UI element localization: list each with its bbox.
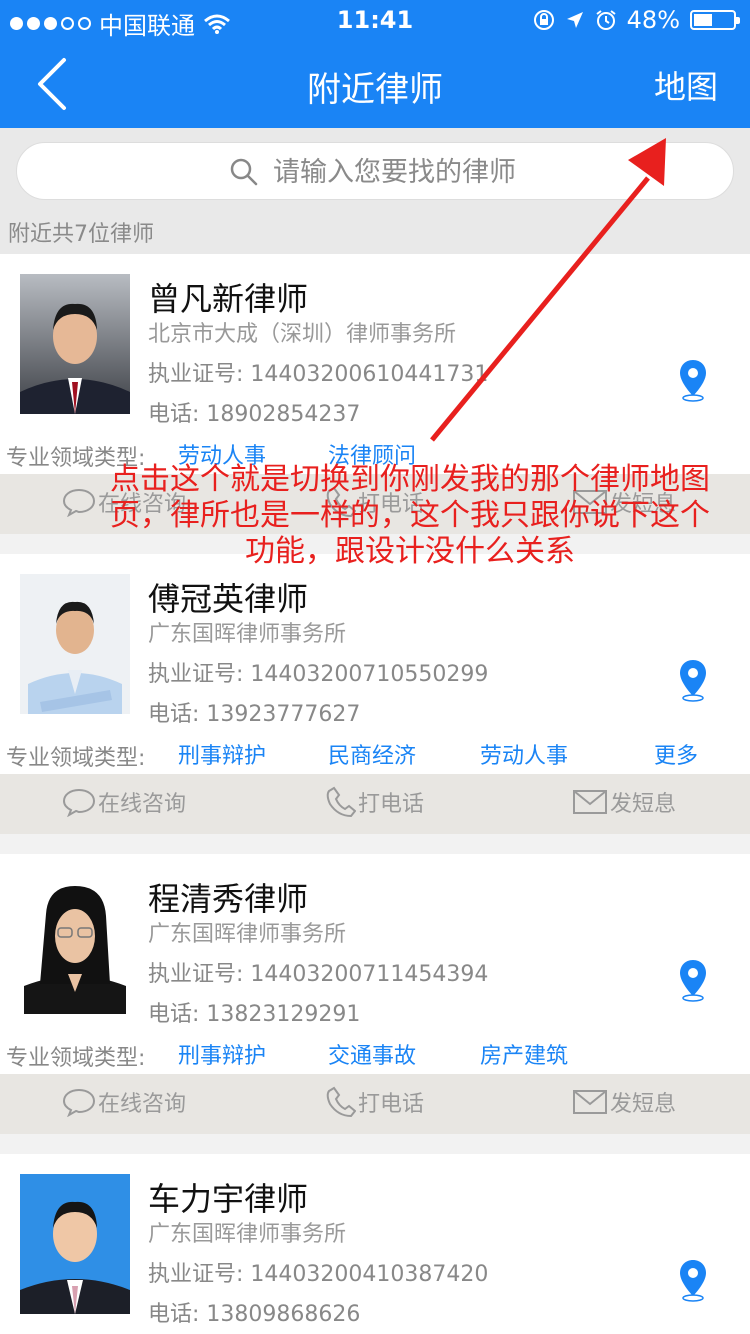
battery-percent: 48% <box>626 6 680 34</box>
lawyer-card[interactable]: 傅冠英律师 广东国晖律师事务所 执业证号: 14403200710550299 … <box>0 554 750 834</box>
license-number: 执业证号: 14403200610441731 <box>148 362 489 387</box>
annotation-note: 点击这个就是切换到你刚发我的那个律师地图页，律所也是一样的，这个我只跟你说下这个… <box>110 462 710 569</box>
law-firm: 北京市大成（深圳）律师事务所 <box>148 322 457 347</box>
specialty-label: 专业领域类型: <box>6 1046 146 1071</box>
location-pin-icon[interactable] <box>678 958 708 1002</box>
specialty-tag[interactable]: 刑事辩护 <box>178 1038 266 1070</box>
status-right: 48% <box>533 6 740 34</box>
lawyer-name: 曾凡新律师 <box>148 280 309 318</box>
lawyer-card[interactable]: 车力宇律师 广东国晖律师事务所 执业证号: 14403200410387420 … <box>0 1154 750 1334</box>
action-bar: 在线咨询 打电话 发短息 <box>0 774 750 834</box>
lawyer-photo <box>20 574 130 714</box>
phone-icon <box>326 1086 356 1118</box>
location-pin-icon[interactable] <box>678 658 708 702</box>
page-title: 附近律师 <box>307 70 443 110</box>
phone-number: 电话: 13823129291 <box>148 1002 361 1027</box>
license-number: 执业证号: 14403200711454394 <box>148 962 489 987</box>
location-arrow-icon <box>566 12 583 28</box>
law-firm: 广东国晖律师事务所 <box>148 922 347 947</box>
phone-number: 电话: 13809868626 <box>148 1302 361 1327</box>
phone-icon <box>326 786 356 818</box>
lawyer-card[interactable]: 程清秀律师 广东国晖律师事务所 执业证号: 14403200711454394 … <box>0 854 750 1134</box>
chat-bubble-icon <box>62 788 96 817</box>
phone-number: 电话: 13923777627 <box>148 702 361 727</box>
location-pin-icon[interactable] <box>678 1258 708 1302</box>
nearby-count: 附近共7位律师 <box>0 216 750 254</box>
lock-rotation-icon <box>533 10 554 30</box>
envelope-icon <box>573 1090 607 1114</box>
search-area <box>0 128 750 216</box>
license-number: 执业证号: 14403200710550299 <box>148 662 489 687</box>
call-label: 打电话 <box>358 792 425 817</box>
law-firm: 广东国晖律师事务所 <box>148 1222 347 1247</box>
call-label: 打电话 <box>358 1092 425 1117</box>
lawyer-name: 傅冠英律师 <box>148 580 309 618</box>
lawyer-photo <box>20 874 130 1014</box>
lawyer-name: 车力宇律师 <box>148 1180 309 1218</box>
specialty-tag[interactable]: 劳动人事 <box>480 738 568 770</box>
search-icon <box>230 158 258 186</box>
envelope-icon <box>573 790 607 814</box>
specialty-label: 专业领域类型: <box>6 746 146 771</box>
sms-label: 发短息 <box>610 792 677 817</box>
law-firm: 广东国晖律师事务所 <box>148 622 347 647</box>
sms-button[interactable]: 发短息 <box>572 1086 676 1118</box>
specialty-tag[interactable]: 交通事故 <box>328 1038 416 1070</box>
specialty-tag[interactable]: 刑事辩护 <box>178 738 266 770</box>
chat-bubble-icon <box>62 488 96 517</box>
consult-label: 在线咨询 <box>98 792 187 817</box>
call-button[interactable]: 打电话 <box>326 1086 424 1118</box>
license-number: 执业证号: 14403200410387420 <box>148 1262 489 1287</box>
lawyer-photo <box>20 1174 130 1314</box>
lawyer-name: 程清秀律师 <box>148 880 309 918</box>
sms-label: 发短息 <box>610 1092 677 1117</box>
consult-label: 在线咨询 <box>98 1092 187 1117</box>
more-tags-link[interactable]: 更多 <box>654 738 698 770</box>
call-button[interactable]: 打电话 <box>326 786 424 818</box>
chat-bubble-icon <box>62 1088 96 1117</box>
specialty-tag[interactable]: 房产建筑 <box>480 1038 568 1070</box>
lawyer-photo <box>20 274 130 414</box>
alarm-icon <box>596 10 616 30</box>
sms-button[interactable]: 发短息 <box>572 786 676 818</box>
battery-icon <box>690 10 740 30</box>
status-bar: 中国联通 11:41 48% <box>0 0 750 40</box>
consult-button[interactable]: 在线咨询 <box>62 1086 186 1118</box>
search-input[interactable] <box>273 151 693 193</box>
specialty-tag[interactable]: 民商经济 <box>328 738 416 770</box>
nav-bar: 附近律师 地图 <box>0 40 750 128</box>
search-bar[interactable] <box>16 142 734 200</box>
action-bar: 在线咨询 打电话 发短息 <box>0 1074 750 1134</box>
phone-number: 电话: 18902854237 <box>148 402 361 427</box>
consult-button[interactable]: 在线咨询 <box>62 786 186 818</box>
map-button[interactable]: 地图 <box>654 62 718 108</box>
location-pin-icon[interactable] <box>678 358 708 402</box>
